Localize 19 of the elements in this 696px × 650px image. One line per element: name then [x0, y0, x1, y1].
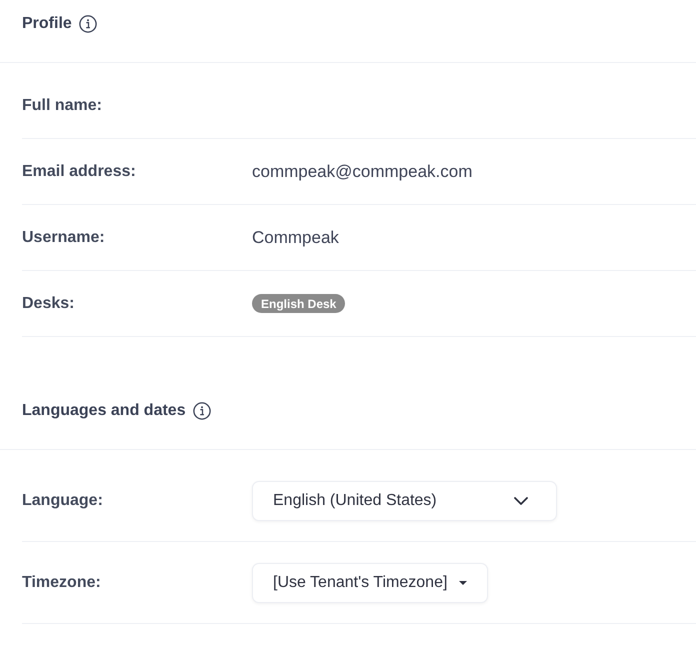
field-label: Username: — [22, 228, 105, 246]
field-label: Timezone: — [22, 574, 101, 590]
field-label: Desks: — [22, 294, 74, 312]
language-select[interactable]: English (United States) — [252, 480, 557, 520]
section-title: Languages and dates — [22, 401, 186, 421]
field-value: commpeak@commpeak.com — [252, 160, 472, 182]
info-icon[interactable] — [192, 402, 211, 420]
desk-tag: English Desk — [252, 294, 346, 313]
chevron-down-icon — [514, 496, 528, 504]
field-value: Commpeak — [252, 226, 339, 248]
dropdown-value: [Use Tenant's Timezone] — [273, 572, 448, 592]
field-label: Language: — [22, 492, 103, 508]
section-title: Profile — [22, 14, 72, 34]
info-icon[interactable] — [78, 15, 97, 33]
caret-down-icon — [459, 580, 468, 584]
field-label: Email address: — [22, 162, 136, 180]
field-label: Full name: — [22, 96, 102, 114]
select-value: English (United States) — [273, 490, 437, 510]
timezone-dropdown[interactable]: [Use Tenant's Timezone] — [252, 562, 488, 602]
